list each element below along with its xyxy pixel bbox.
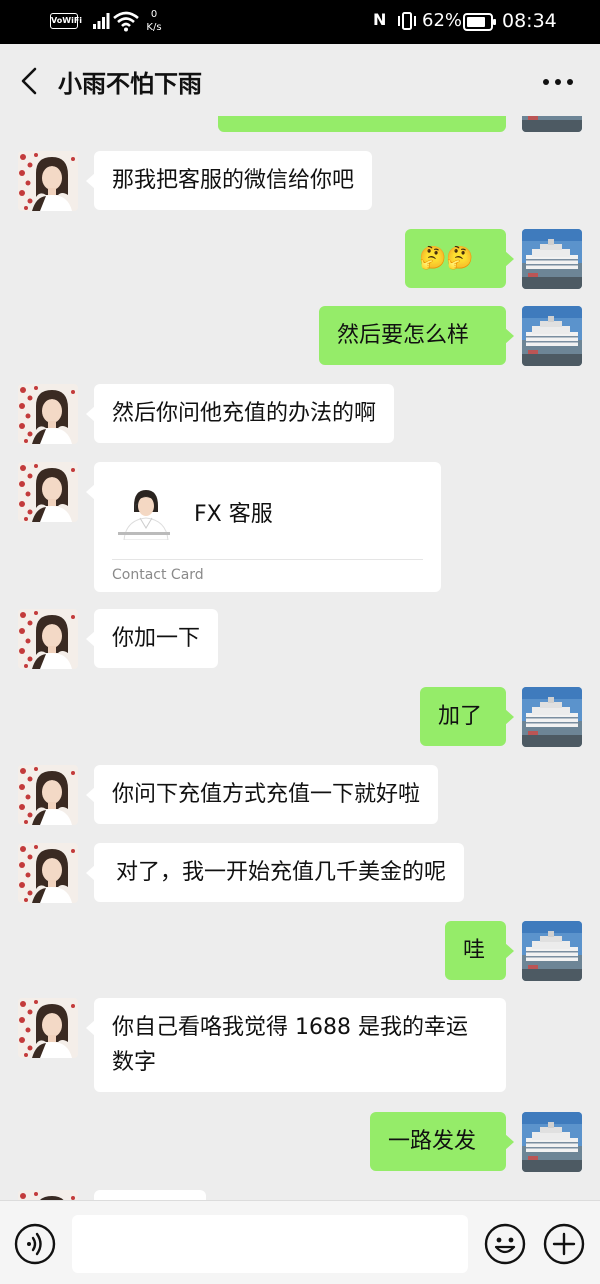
message-bubble-incoming[interactable]: 然后你问他充值的办法的啊 bbox=[85, 384, 395, 443]
contact-card-avatar bbox=[114, 480, 174, 540]
message-bubble-incoming[interactable]: 你问下充值方式充值一下就好啦 bbox=[85, 765, 439, 824]
battery-percentage: 62% bbox=[422, 10, 463, 31]
message-bubble-incoming[interactable]: 你加一下 bbox=[85, 609, 219, 668]
nfc-icon: N bbox=[373, 10, 387, 29]
contact-card-divider bbox=[112, 559, 423, 560]
contact-avatar[interactable] bbox=[18, 609, 78, 669]
contact-avatar-partial[interactable] bbox=[18, 1190, 78, 1200]
back-arrow-icon[interactable] bbox=[18, 66, 40, 96]
message-bubble-incoming[interactable]: 你自己看咯我觉得 1688 是我的幸运数字 bbox=[86, 998, 506, 1092]
contact-avatar[interactable] bbox=[18, 384, 78, 444]
plus-icon[interactable] bbox=[543, 1223, 585, 1265]
my-avatar[interactable] bbox=[522, 687, 582, 747]
message-bubble-outgoing[interactable]: 然后要怎么样 bbox=[319, 306, 514, 365]
contact-card-label: Contact Card bbox=[112, 567, 204, 583]
my-avatar[interactable] bbox=[522, 1112, 582, 1172]
message-bubble-outgoing[interactable]: 一路发发 bbox=[370, 1112, 514, 1171]
contact-card[interactable]: FX 客服 Contact Card bbox=[86, 462, 441, 592]
contact-card-name: FX 客服 bbox=[194, 502, 273, 527]
my-avatar[interactable] bbox=[522, 229, 582, 289]
contact-avatar[interactable] bbox=[18, 151, 78, 211]
input-bar bbox=[0, 1200, 600, 1284]
message-bubble-outgoing[interactable]: 加了 bbox=[420, 687, 514, 746]
battery-icon bbox=[463, 13, 496, 31]
message-bubble-incoming[interactable]: 那我把客服的微信给你吧 bbox=[85, 151, 373, 210]
chat-header: 小雨不怕下雨 bbox=[0, 44, 600, 116]
status-bar: VoWiFi 0 K/s N 62% 08:34 bbox=[0, 0, 600, 44]
emoji-icon[interactable] bbox=[484, 1223, 526, 1265]
my-avatar[interactable] bbox=[522, 306, 582, 366]
network-speed-unit: K/s bbox=[146, 22, 162, 33]
message-input[interactable] bbox=[72, 1215, 468, 1273]
chat-title: 小雨不怕下雨 bbox=[58, 70, 202, 98]
message-list[interactable]: 那我把客服的微信给你吧 🤔🤔 然后要怎么样 然后你问他充值的办法的啊 FX 客服… bbox=[0, 116, 600, 1200]
voice-input-icon[interactable] bbox=[14, 1223, 56, 1265]
wifi-icon bbox=[113, 11, 139, 32]
message-bubble-incoming[interactable]: 对了，我一开始充值几千美金的呢 bbox=[85, 843, 465, 902]
contact-avatar[interactable] bbox=[18, 765, 78, 825]
network-speed-value: 0 bbox=[150, 9, 158, 20]
message-bubble-partial[interactable] bbox=[218, 116, 506, 132]
network-speed: 0 K/s bbox=[143, 8, 165, 34]
vibrate-icon bbox=[398, 12, 416, 30]
contact-avatar[interactable] bbox=[18, 998, 78, 1058]
message-bubble-outgoing[interactable]: 哇 bbox=[445, 921, 514, 980]
clock: 08:34 bbox=[502, 10, 557, 32]
my-avatar[interactable] bbox=[522, 921, 582, 981]
vowifi-icon: VoWiFi bbox=[50, 13, 82, 29]
contact-avatar[interactable] bbox=[18, 462, 78, 522]
more-options-icon[interactable] bbox=[542, 78, 574, 86]
contact-avatar[interactable] bbox=[18, 843, 78, 903]
cellular-signal-icon bbox=[93, 13, 110, 29]
message-bubble-partial[interactable] bbox=[94, 1190, 206, 1200]
message-bubble-outgoing[interactable]: 🤔🤔 bbox=[405, 229, 514, 288]
my-avatar-partial[interactable] bbox=[522, 116, 582, 132]
